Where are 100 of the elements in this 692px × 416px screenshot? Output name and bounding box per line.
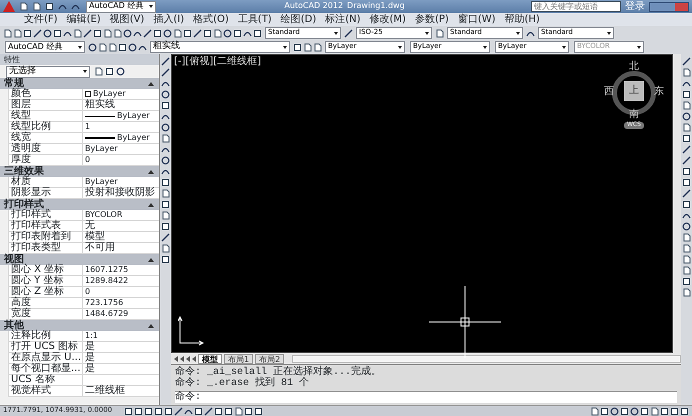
circle-icon[interactable] <box>163 28 172 38</box>
layout-tab[interactable]: 布局1 <box>224 354 254 364</box>
arc-icon[interactable] <box>161 79 170 88</box>
square-icon[interactable] <box>682 277 691 286</box>
page-icon[interactable] <box>173 28 182 38</box>
line-icon[interactable] <box>161 57 170 66</box>
circle-icon[interactable] <box>682 112 691 121</box>
circle-icon[interactable] <box>128 42 137 52</box>
square-icon[interactable] <box>23 28 32 38</box>
page-icon[interactable] <box>682 123 691 132</box>
square-icon[interactable] <box>161 101 170 110</box>
square-icon[interactable] <box>161 178 170 187</box>
compass-east[interactable]: 东 <box>654 86 664 97</box>
square-icon[interactable] <box>600 406 609 416</box>
square-icon[interactable] <box>118 42 127 52</box>
page-icon[interactable] <box>161 244 170 253</box>
square-icon[interactable] <box>161 222 170 231</box>
section-header[interactable]: 视图 <box>0 254 159 265</box>
square-icon[interactable] <box>253 28 262 38</box>
menu-item[interactable]: 工具(T) <box>238 14 272 25</box>
section-header[interactable]: 常规 <box>0 78 159 89</box>
section-header[interactable]: 三维效果 <box>0 166 159 177</box>
page-icon[interactable] <box>73 28 82 38</box>
square-icon[interactable] <box>224 406 233 416</box>
arc-icon[interactable] <box>161 112 170 121</box>
search-field[interactable]: 键入关键字或短语 <box>531 1 621 12</box>
circle-icon[interactable] <box>43 28 52 38</box>
square-icon[interactable] <box>244 406 253 416</box>
square-icon[interactable] <box>682 134 691 143</box>
square-icon[interactable] <box>124 406 133 416</box>
square-icon[interactable] <box>161 200 170 209</box>
square-icon[interactable] <box>53 28 62 38</box>
layout-tab[interactable]: 模型 <box>198 354 222 364</box>
square-icon[interactable] <box>161 255 170 264</box>
square-icon[interactable] <box>682 178 691 187</box>
compass-west[interactable]: 西 <box>604 86 614 97</box>
menu-item[interactable]: 标注(N) <box>325 14 361 25</box>
line-icon[interactable] <box>344 28 353 38</box>
vertical-scrollbar[interactable] <box>673 54 681 353</box>
square-icon[interactable] <box>183 28 192 38</box>
compass-north[interactable]: 北 <box>629 61 639 72</box>
menu-item[interactable]: 参数(P) <box>414 14 449 25</box>
square-icon[interactable] <box>682 200 691 209</box>
workspace-dropdown[interactable]: AutoCAD 经典 <box>86 0 156 12</box>
square-icon[interactable] <box>682 167 691 176</box>
square-icon[interactable] <box>233 28 242 38</box>
page-icon[interactable] <box>213 28 222 38</box>
page-icon[interactable] <box>161 211 170 220</box>
arc-icon[interactable] <box>682 211 691 220</box>
square-icon[interactable] <box>45 2 54 11</box>
circle-icon[interactable] <box>630 406 639 416</box>
square-icon[interactable] <box>680 406 689 416</box>
workspace-dropdown[interactable]: AutoCAD 经典 <box>5 41 85 53</box>
square-icon[interactable] <box>105 67 114 76</box>
line-icon[interactable] <box>33 28 42 38</box>
horizontal-scrollbar[interactable] <box>292 354 681 362</box>
line-icon[interactable] <box>682 156 691 165</box>
circle-icon[interactable] <box>116 67 125 76</box>
section-header[interactable]: 打印样式 <box>0 199 159 210</box>
line-icon[interactable] <box>143 28 152 38</box>
line-icon[interactable] <box>161 68 170 77</box>
line-icon[interactable] <box>161 233 170 242</box>
menu-item[interactable]: 编辑(E) <box>66 14 101 25</box>
menu-item[interactable]: 文件(F) <box>24 14 58 25</box>
line-icon[interactable] <box>193 28 202 38</box>
layout-tab[interactable]: 布局2 <box>255 354 284 364</box>
circle-icon[interactable] <box>161 90 170 99</box>
square-icon[interactable] <box>682 90 691 99</box>
arc-icon[interactable] <box>682 79 691 88</box>
menu-item[interactable]: 视图(V) <box>110 14 144 25</box>
compass-south[interactable]: 南 <box>629 109 639 120</box>
layer-dropdown[interactable]: 粗实线 <box>150 41 290 53</box>
circle-icon[interactable] <box>88 42 97 52</box>
viewcube-face[interactable]: 上 <box>624 81 644 101</box>
square-icon[interactable] <box>203 28 212 38</box>
square-icon[interactable] <box>144 406 153 416</box>
page-icon[interactable] <box>682 288 691 297</box>
menu-item[interactable]: 帮助(H) <box>504 14 540 25</box>
page-icon[interactable] <box>94 67 103 76</box>
line-icon[interactable] <box>174 406 183 416</box>
line-icon[interactable] <box>682 145 691 154</box>
menu-item[interactable]: 插入(I) <box>153 14 184 25</box>
circle-icon[interactable] <box>610 406 619 416</box>
page-icon[interactable] <box>682 68 691 77</box>
square-icon[interactable] <box>640 406 649 416</box>
square-icon[interactable] <box>194 406 203 416</box>
page-icon[interactable] <box>435 28 444 38</box>
arc-icon[interactable] <box>161 145 170 154</box>
circle-icon[interactable] <box>223 28 232 38</box>
arc-icon[interactable] <box>161 167 170 176</box>
line-icon[interactable] <box>83 28 92 38</box>
window-controls-drawing[interactable] <box>649 2 689 12</box>
circle-icon[interactable] <box>161 123 170 132</box>
circle-icon[interactable] <box>123 28 132 38</box>
square-icon[interactable] <box>154 406 163 416</box>
page-icon[interactable] <box>161 134 170 143</box>
line-icon[interactable] <box>682 57 691 66</box>
menu-item[interactable]: 绘图(D) <box>280 14 316 25</box>
square-icon[interactable] <box>93 28 102 38</box>
square-icon[interactable] <box>134 406 143 416</box>
